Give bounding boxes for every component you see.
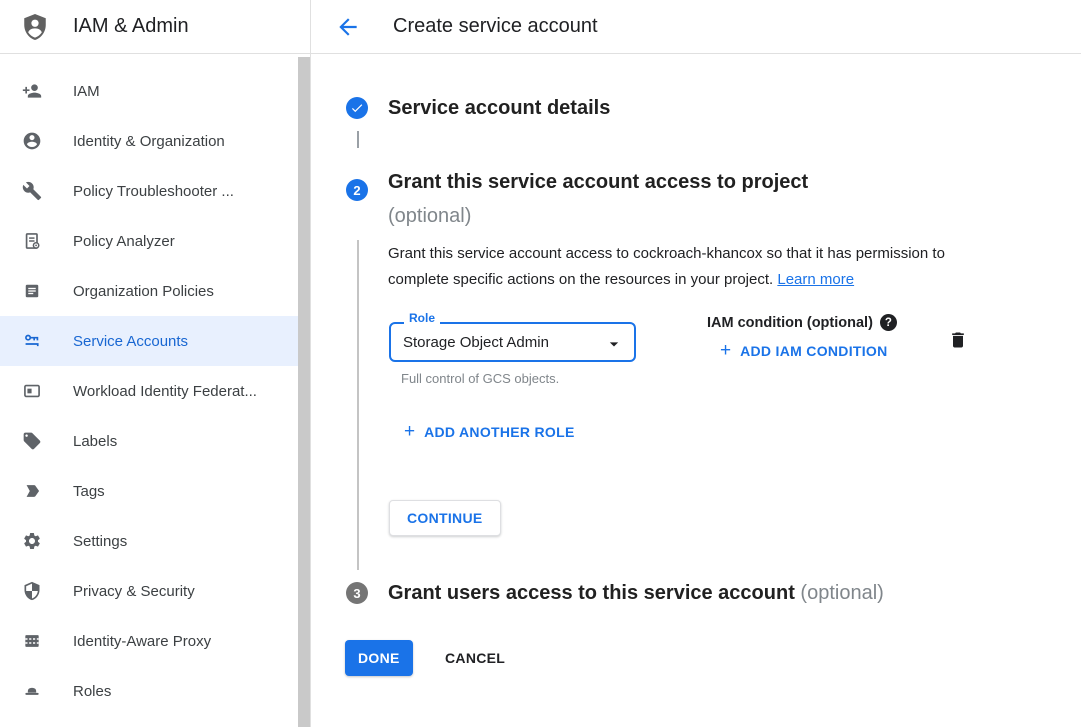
sidebar-item-label: Labels xyxy=(73,433,117,450)
continue-button[interactable]: CONTINUE xyxy=(389,500,501,536)
done-button[interactable]: DONE xyxy=(345,640,413,676)
plus-icon: + xyxy=(720,342,731,360)
add-another-role-button[interactable]: + ADD ANOTHER ROLE xyxy=(404,423,575,441)
add-iam-condition-button[interactable]: + ADD IAM CONDITION xyxy=(720,342,888,360)
sidebar-item-label: Service Accounts xyxy=(73,333,188,350)
sidebar-item-identity-aware-proxy[interactable]: Identity-Aware Proxy xyxy=(0,616,298,666)
sidebar-item-policy-troubleshooter[interactable]: Policy Troubleshooter ... xyxy=(0,166,298,216)
sidebar-item-roles[interactable]: Roles xyxy=(0,666,298,716)
wrench-icon xyxy=(22,181,42,201)
proxy-grid-icon xyxy=(22,631,42,651)
sidebar-item-workload-identity-federation[interactable]: Workload Identity Federat... xyxy=(0,366,298,416)
role-field-label: Role xyxy=(404,311,440,325)
tag-icon xyxy=(22,431,42,451)
shield-half-icon xyxy=(22,581,42,601)
step2-number-badge: 2 xyxy=(346,179,368,201)
top-header: IAM & Admin Create service account xyxy=(0,0,1081,54)
back-arrow-icon[interactable] xyxy=(335,14,361,40)
badge-card-icon xyxy=(22,381,42,401)
sidebar-item-iam[interactable]: IAM xyxy=(0,66,298,116)
sidebar-item-labels[interactable]: Labels xyxy=(0,416,298,466)
step2-title: Grant this service account access to pro… xyxy=(388,165,948,233)
sidebar-item-policy-analyzer[interactable]: Policy Analyzer xyxy=(0,216,298,266)
sidebar-scrollbar[interactable] xyxy=(298,57,310,727)
step3-optional-text: (optional) xyxy=(800,582,883,604)
sidebar-item-label: Settings xyxy=(73,533,127,550)
sidebar-divider xyxy=(310,0,311,727)
sidebar-item-identity-organization[interactable]: Identity & Organization xyxy=(0,116,298,166)
sidebar-nav: IAM Identity & Organization Policy Troub… xyxy=(0,66,298,716)
product-title: IAM & Admin xyxy=(73,0,189,53)
page-title: Create service account xyxy=(393,0,598,53)
sidebar-item-organization-policies[interactable]: Organization Policies xyxy=(0,266,298,316)
label-arrow-icon xyxy=(22,481,42,501)
account-circle-icon xyxy=(22,131,42,151)
step2-title-text: Grant this service account access to pro… xyxy=(388,171,808,193)
step1-completed-check-icon xyxy=(346,97,368,119)
step3-title-text: Grant users access to this service accou… xyxy=(388,582,795,604)
hat-icon xyxy=(22,681,42,701)
person-add-icon xyxy=(22,81,42,101)
document-search-icon xyxy=(22,231,42,251)
iam-condition-row: IAM condition (optional) ? xyxy=(707,314,897,331)
chevron-down-icon xyxy=(604,334,624,354)
role-helper-text: Full control of GCS objects. xyxy=(401,371,559,386)
step2-optional-text: (optional) xyxy=(388,199,948,233)
step-connector xyxy=(357,131,359,148)
delete-role-trash-icon[interactable] xyxy=(948,329,968,351)
plus-icon: + xyxy=(404,423,415,441)
sidebar-item-label: Policy Troubleshooter ... xyxy=(73,183,234,200)
sidebar-item-privacy-security[interactable]: Privacy & Security xyxy=(0,566,298,616)
role-select-value: Storage Object Admin xyxy=(403,334,549,351)
role-select[interactable]: Storage Object Admin xyxy=(389,322,636,362)
cancel-button[interactable]: CANCEL xyxy=(441,640,509,676)
sidebar-item-label: Tags xyxy=(73,483,105,500)
sidebar-item-label: Identity-Aware Proxy xyxy=(73,633,211,650)
sidebar-item-label: Organization Policies xyxy=(73,283,214,300)
iam-condition-label: IAM condition (optional) xyxy=(707,315,873,331)
sidebar-item-settings[interactable]: Settings xyxy=(0,516,298,566)
sidebar-item-label: Identity & Organization xyxy=(73,133,225,150)
sidebar-item-label: IAM xyxy=(73,83,100,100)
document-list-icon xyxy=(22,281,42,301)
step2-description-text: Grant this service account access to coc… xyxy=(388,245,945,288)
iam-admin-shield-icon xyxy=(20,12,50,42)
help-icon[interactable]: ? xyxy=(880,314,897,331)
step3-number-badge: 3 xyxy=(346,582,368,604)
sidebar-item-service-accounts[interactable]: Service Accounts xyxy=(0,316,298,366)
gear-icon xyxy=(22,531,42,551)
sidebar-item-label: Privacy & Security xyxy=(73,583,195,600)
learn-more-link[interactable]: Learn more xyxy=(777,271,854,288)
step2-description: Grant this service account access to coc… xyxy=(388,241,994,293)
step1-title: Service account details xyxy=(388,96,610,120)
create-service-account-page: IAM & Admin Create service account IAM I… xyxy=(0,0,1081,727)
sidebar-item-label: Policy Analyzer xyxy=(73,233,175,250)
sidebar-item-tags[interactable]: Tags xyxy=(0,466,298,516)
sidebar-item-label: Roles xyxy=(73,683,111,700)
step3-title: Grant users access to this service accou… xyxy=(388,581,884,605)
service-account-key-icon xyxy=(22,331,42,351)
sidebar-item-label: Workload Identity Federat... xyxy=(73,383,257,400)
step-connector xyxy=(357,240,359,570)
